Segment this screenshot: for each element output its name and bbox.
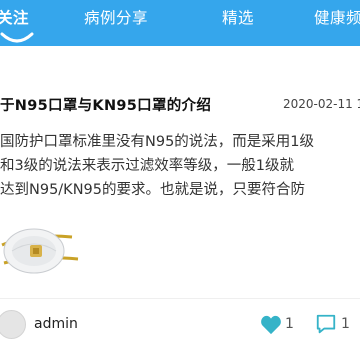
excerpt-line: 和3级的说法来表示过滤效率等级，一般1级就	[0, 158, 294, 174]
tab-featured[interactable]: 精选	[222, 7, 254, 29]
article-excerpt[interactable]: 国防护口罩标准里没有N95的说法，而是采用1级 和3级的说法来表示过滤效率等级，…	[0, 130, 360, 202]
comment-count: 1	[341, 316, 350, 332]
article-date: 2020-02-11 1	[283, 97, 360, 111]
tab-health[interactable]: 健康频	[314, 7, 360, 29]
avatar[interactable]	[0, 310, 26, 339]
article-thumbnail[interactable]	[0, 215, 82, 277]
active-tab-indicator	[0, 32, 34, 43]
comment-icon[interactable]	[315, 313, 337, 335]
tab-case-sharing[interactable]: 病例分享	[84, 7, 148, 29]
author-name[interactable]: admin	[34, 316, 78, 332]
tab-following[interactable]: 关注	[0, 7, 29, 29]
top-nav-bar: 关注 病例分享 精选 健康频	[0, 0, 360, 46]
nav-tabs: 关注 病例分享 精选 健康频	[0, 0, 360, 38]
excerpt-line: 达到N95/KN95的要求。也就是说，只要符合防	[0, 182, 305, 198]
heart-icon[interactable]	[260, 315, 282, 335]
n95-mask-image	[0, 215, 82, 277]
excerpt-line: 国防护口罩标准里没有N95的说法，而是采用1级	[0, 134, 315, 150]
divider	[0, 298, 360, 299]
like-count: 1	[285, 316, 294, 332]
article-title[interactable]: 于N95口罩与KN95口罩的介绍	[0, 94, 211, 115]
